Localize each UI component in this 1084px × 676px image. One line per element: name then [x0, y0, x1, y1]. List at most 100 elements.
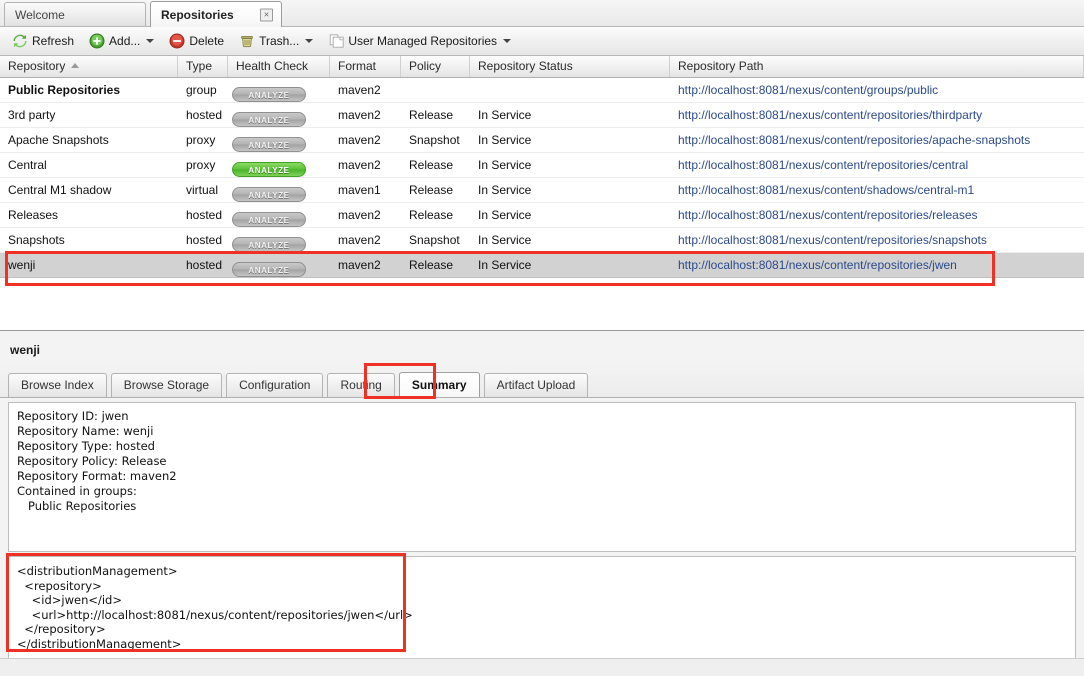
- cell-repository-status: In Service: [478, 258, 532, 272]
- add-button[interactable]: Add...: [83, 29, 160, 53]
- cell-repository-path[interactable]: http://localhost:8081/nexus/content/repo…: [670, 203, 1084, 227]
- cell-repository-status: In Service: [478, 133, 532, 147]
- grid-column-header-label: Type: [186, 59, 213, 73]
- cell-repository-path[interactable]: http://localhost:8081/nexus/content/repo…: [670, 103, 1084, 127]
- detail-panel-title: wenji: [10, 343, 41, 357]
- analyze-button[interactable]: ANALYZE: [232, 112, 306, 127]
- cell-type: hosted: [186, 108, 223, 122]
- detail-tab-browse-index[interactable]: Browse Index: [8, 373, 107, 397]
- sort-asc-icon: [71, 63, 80, 69]
- analyze-button[interactable]: ANALYZE: [232, 162, 306, 177]
- cell-health-check: ANALYZE: [228, 103, 330, 127]
- cell-policy: Release: [409, 108, 454, 122]
- close-icon[interactable]: ×: [260, 8, 273, 21]
- cell-repository-path[interactable]: http://localhost:8081/nexus/content/shad…: [670, 178, 1084, 202]
- cell-repository-path[interactable]: http://localhost:8081/nexus/content/repo…: [670, 228, 1084, 252]
- cell-repository-name: Snapshots: [8, 233, 65, 247]
- tab-repositories-label: Repositories: [161, 7, 234, 22]
- table-row[interactable]: Central proxy ANALYZE maven2 Release In Servi…: [0, 153, 1084, 178]
- cell-repository-name: 3rd party: [8, 108, 56, 122]
- grid-column-header[interactable]: Format: [330, 56, 401, 77]
- refresh-button[interactable]: Refresh: [6, 29, 80, 53]
- table-row[interactable]: Apache Snapshots proxy ANALYZE maven2 Snapsh…: [0, 128, 1084, 153]
- grid-column-header-label: Repository: [8, 59, 66, 73]
- nexus-repository-manager-window: Welcome Repositories × Refresh Add... De…: [0, 0, 1084, 676]
- analyze-button[interactable]: ANALYZE: [232, 212, 306, 227]
- chevron-down-icon[interactable]: [503, 39, 512, 43]
- cell-repository-name: Public Repositories: [8, 83, 121, 97]
- cell-repository-path[interactable]: http://localhost:8081/nexus/content/repo…: [670, 128, 1084, 152]
- grid-column-header-label: Format: [338, 59, 377, 73]
- delete-button[interactable]: Delete: [163, 29, 230, 53]
- summary-text: Repository ID: jwen Repository Name: wen…: [17, 409, 177, 513]
- detail-tab-bar: Browse Index Browse Storage Configuration R…: [0, 365, 1084, 398]
- analyze-button[interactable]: ANALYZE: [232, 237, 306, 252]
- grid-column-header[interactable]: Policy: [401, 56, 470, 77]
- detail-tab-routing[interactable]: Routing: [327, 373, 395, 397]
- cell-repository-status: In Service: [478, 208, 532, 222]
- grid-header-row: Repository Type Health Check Format Policy Re…: [0, 56, 1084, 78]
- cell-policy: Snapshot: [409, 233, 460, 247]
- cell-health-check: ANALYZE: [228, 128, 330, 152]
- cell-repository-path[interactable]: http://localhost:8081/nexus/content/grou…: [670, 78, 1084, 102]
- cell-format: maven2: [338, 133, 381, 147]
- detail-tab-label: Configuration: [239, 378, 311, 392]
- table-row[interactable]: Public Repositories group ANALYZE maven2 htt…: [0, 78, 1084, 103]
- add-button-label: Add...: [109, 34, 141, 48]
- cell-repository-path[interactable]: http://localhost:8081/nexus/content/repo…: [670, 153, 1084, 177]
- grid-column-header[interactable]: Repository: [0, 56, 178, 77]
- detail-tab-label: Artifact Upload: [496, 378, 576, 392]
- detail-tab-artifact-upload[interactable]: Artifact Upload: [483, 373, 589, 397]
- delete-circle-icon: [169, 33, 185, 49]
- cell-health-check: ANALYZE: [228, 203, 330, 227]
- grid-column-header[interactable]: Repository Status: [470, 56, 670, 77]
- user-managed-repositories-label: User Managed Repositories: [348, 34, 498, 48]
- repository-detail-panel: wenji Browse Index Browse Storage Configur…: [0, 332, 1084, 676]
- chevron-down-icon[interactable]: [305, 39, 314, 43]
- table-row[interactable]: Central M1 shadow virtual ANALYZE maven1 Rel…: [0, 178, 1084, 203]
- grid-column-header-label: Repository Path: [678, 59, 764, 73]
- cell-health-check: ANALYZE: [228, 253, 330, 277]
- detail-tab-browse-storage[interactable]: Browse Storage: [110, 373, 223, 397]
- tab-welcome[interactable]: Welcome: [4, 2, 146, 26]
- table-row[interactable]: Releases hosted ANALYZE maven2 Release In Ser…: [0, 203, 1084, 228]
- cell-repository-status: In Service: [478, 183, 532, 197]
- tab-welcome-label: Welcome: [15, 7, 65, 22]
- grid-column-header-label: Repository Status: [478, 59, 573, 73]
- cell-repository-path[interactable]: http://localhost:8081/nexus/content/repo…: [670, 253, 1084, 277]
- grid-column-header[interactable]: Type: [178, 56, 228, 77]
- tab-repositories[interactable]: Repositories ×: [150, 1, 282, 27]
- detail-tab-configuration[interactable]: Configuration: [226, 373, 324, 397]
- analyze-button[interactable]: ANALYZE: [232, 262, 306, 277]
- cell-policy: Release: [409, 258, 454, 272]
- analyze-button[interactable]: ANALYZE: [232, 137, 306, 152]
- cell-type: proxy: [186, 158, 216, 172]
- grid-column-header[interactable]: Health Check: [228, 56, 330, 77]
- cell-format: maven2: [338, 258, 381, 272]
- trash-button[interactable]: Trash...: [233, 29, 319, 53]
- cell-policy: Release: [409, 158, 454, 172]
- table-row[interactable]: wenji hosted ANALYZE maven2 Release In Servic…: [0, 253, 1084, 278]
- cell-policy: Release: [409, 208, 454, 222]
- table-row[interactable]: 3rd party hosted ANALYZE maven2 Release In Se…: [0, 103, 1084, 128]
- cell-health-check: ANALYZE: [228, 78, 330, 102]
- cell-type: proxy: [186, 133, 216, 147]
- grid-column-header-label: Policy: [409, 59, 442, 73]
- cell-repository-status: In Service: [478, 108, 532, 122]
- chevron-down-icon[interactable]: [146, 39, 155, 43]
- grid-body: Public Repositories group ANALYZE maven2 htt…: [0, 78, 1084, 278]
- cell-health-check: ANALYZE: [228, 153, 330, 177]
- analyze-button[interactable]: ANALYZE: [232, 87, 306, 102]
- cell-format: maven2: [338, 208, 381, 222]
- xml-snippet-panel: <distributionManagement> <repository> <i…: [8, 556, 1076, 660]
- status-bar: [0, 658, 1084, 676]
- detail-tab-summary[interactable]: Summary: [398, 372, 480, 397]
- cell-type: hosted: [186, 233, 223, 247]
- user-managed-repositories-button[interactable]: User Managed Repositories: [322, 29, 517, 53]
- cell-repository-status: In Service: [478, 158, 532, 172]
- table-row[interactable]: Snapshots hosted ANALYZE maven2 Snapshot In S…: [0, 228, 1084, 253]
- grid-column-header[interactable]: Repository Path: [670, 56, 1084, 77]
- detail-tab-label: Routing: [340, 378, 382, 392]
- cell-format: maven2: [338, 233, 381, 247]
- analyze-button[interactable]: ANALYZE: [232, 187, 306, 202]
